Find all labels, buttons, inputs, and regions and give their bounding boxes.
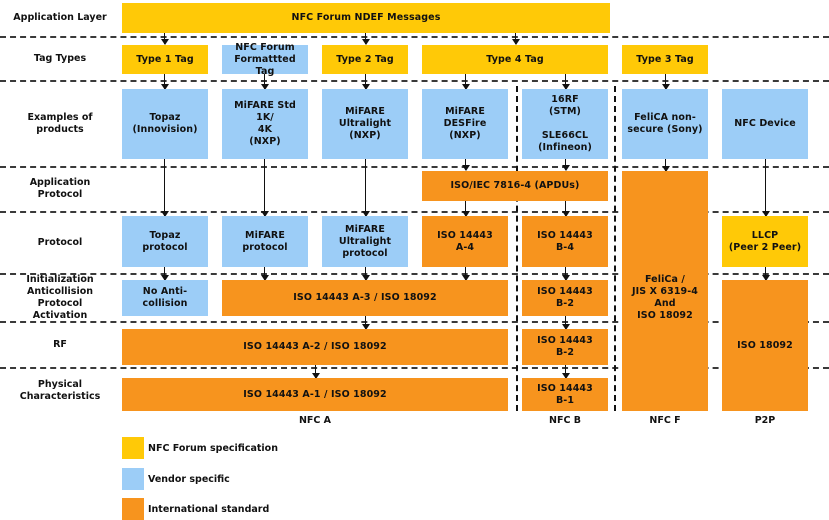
arrow-iso7816-to-iso14443-b4 — [561, 201, 570, 217]
box-product-felica[interactable]: FeliCA non- secure (Sony) — [622, 89, 708, 159]
arrow-topaz-protocol-to-no-anticollision — [160, 267, 169, 281]
row-divider-application-layer — [0, 36, 829, 38]
box-product-nfc-device[interactable]: NFC Device — [722, 89, 808, 159]
box-p2p-iso18092[interactable]: ISO 18092 — [722, 280, 808, 411]
column-caption-nfc-a: NFC A — [298, 415, 332, 426]
arrow-nfc-device-to-llcp — [761, 205, 770, 217]
box-type-1-tag[interactable]: Type 1 Tag — [122, 45, 208, 74]
legend-swatch-international-standard — [122, 498, 144, 520]
arrow-type1-to-topaz — [160, 74, 169, 90]
box-protocol-llcp[interactable]: LLCP (Peer 2 Peer) — [722, 216, 808, 267]
box-type-4-tag[interactable]: Type 4 Tag — [422, 45, 608, 74]
box-init-iso14443-b2[interactable]: ISO 14443 B-2 — [522, 280, 608, 316]
box-protocol-mifare[interactable]: MiFARE protocol — [222, 216, 308, 267]
box-protocol-iso14443-a4[interactable]: ISO 14443 A-4 — [422, 216, 508, 267]
row-label-application-protocol: Application Protocol — [29, 177, 91, 200]
box-no-anticollision[interactable]: No Anti- collision — [122, 280, 208, 316]
arrow-iso7816-to-iso14443-a4 — [461, 201, 470, 217]
row-divider-examples — [0, 166, 829, 168]
box-protocol-mifare-ultralight[interactable]: MiFARE Ultralight protocol — [322, 216, 408, 267]
box-iso-7816-4-apdus[interactable]: ISO/IEC 7816-4 (APDUs) — [422, 171, 608, 201]
row-label-initialization: Initialization Anticollision Protocol Ac… — [26, 273, 94, 321]
box-rf-iso14443-b2[interactable]: ISO 14443 B-2 — [522, 329, 608, 365]
arrow-rf-b2-to-phys-b1 — [561, 365, 570, 379]
arrow-mifare-std-to-mifare-protocol — [260, 205, 269, 217]
box-protocol-iso14443-b4[interactable]: ISO 14443 B-4 — [522, 216, 608, 267]
box-iso14443-a3-iso18092[interactable]: ISO 14443 A-3 / ISO 18092 — [222, 280, 508, 316]
arrow-rf-a2-to-phys-a1 — [311, 365, 320, 379]
box-protocol-topaz[interactable]: Topaz protocol — [122, 216, 208, 267]
box-phys-iso14443-a1-iso18092[interactable]: ISO 14443 A-1 / ISO 18092 — [122, 378, 508, 411]
arrow-formatted-to-mifare-std — [260, 74, 269, 90]
arrow-type4-to-16rf — [561, 74, 570, 90]
row-label-physical-characteristics: Physical Characteristics — [19, 378, 101, 402]
legend-swatch-vendor-specific — [122, 468, 144, 490]
arrow-llcp-to-iso18092 — [761, 267, 770, 281]
legend-label-international-standard: International standard — [148, 504, 270, 515]
arrow-mifare-protocol-to-iso14443-a3 — [260, 267, 269, 281]
arrow-ndef-to-type4 — [511, 33, 520, 45]
arrow-iso14443-a4-to-a3 — [461, 267, 470, 281]
box-phys-iso14443-b1[interactable]: ISO 14443 B-1 — [522, 378, 608, 411]
box-product-mifare-ultralight[interactable]: MiFARE Ultralight (NXP) — [322, 89, 408, 159]
box-product-mifare-desfire[interactable]: MiFARE DESFire (NXP) — [422, 89, 508, 159]
column-divider-nfca-nfcb — [516, 86, 518, 411]
box-product-16rf-sle66cl[interactable]: 16RF (STM) SLE66CL (Infineon) — [522, 89, 608, 159]
row-divider-tag-types — [0, 80, 829, 82]
legend-label-vendor-specific: Vendor specific — [148, 474, 230, 485]
arrow-16rf-to-iso7816 — [561, 159, 570, 171]
arrow-ultralight-to-ultralight-protocol — [361, 205, 370, 217]
arrow-topaz-to-topaz-protocol — [160, 205, 169, 217]
box-nfc-forum-formatted-tag[interactable]: NFC Forum Formattted Tag — [222, 42, 308, 77]
arrow-ndef-to-type1 — [160, 33, 169, 45]
arrow-type4-to-mifare-desfire — [461, 74, 470, 90]
box-application-layer-ndef[interactable]: NFC Forum NDEF Messages — [122, 3, 610, 33]
arrow-desfire-to-iso7816 — [461, 159, 470, 171]
row-label-tag-types: Tag Types — [33, 52, 87, 64]
box-rf-iso14443-a2-iso18092[interactable]: ISO 14443 A-2 / ISO 18092 — [122, 329, 508, 365]
arrow-iso14443-a3-to-a2 — [361, 316, 370, 330]
box-type-3-tag[interactable]: Type 3 Tag — [622, 45, 708, 74]
legend-label-nfc-forum-specification: NFC Forum specification — [148, 443, 278, 454]
row-label-examples-of-products: Examples of products — [27, 111, 93, 135]
box-product-mifare-std[interactable]: MiFARE Std 1K/ 4K (NXP) — [222, 89, 308, 159]
arrow-type3-to-felica — [661, 74, 670, 90]
arrow-iso14443-b4-to-b2 — [561, 267, 570, 281]
row-label-application-layer: Application Layer — [13, 12, 107, 23]
arrow-ultralight-protocol-to-iso14443-a3 — [361, 267, 370, 281]
legend-swatch-nfc-forum-specification — [122, 437, 144, 459]
row-label-rf: RF — [53, 338, 67, 350]
column-divider-nfcb-nfcf — [614, 86, 616, 411]
nfc-stack-diagram: Application Layer Tag Types Examples of … — [0, 0, 829, 520]
box-type-2-tag[interactable]: Type 2 Tag — [322, 45, 408, 74]
box-product-topaz[interactable]: Topaz (Innovision) — [122, 89, 208, 159]
column-caption-p2p: P2P — [754, 415, 776, 426]
arrow-ndef-to-type2 — [361, 33, 370, 45]
arrow-felica-to-felica-stack — [661, 159, 670, 172]
arrow-init-b2-to-rf-b2 — [561, 316, 570, 330]
arrow-type2-to-mifare-ultralight — [361, 74, 370, 90]
row-label-protocol: Protocol — [37, 236, 83, 248]
box-felica-jis-stack[interactable]: FeliCa / JIS X 6319-4 And ISO 18092 — [622, 171, 708, 411]
